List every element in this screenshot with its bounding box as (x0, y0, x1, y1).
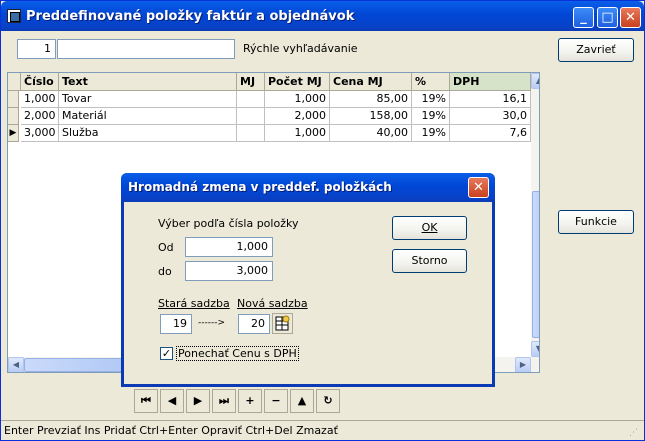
last-record-button[interactable]: ⏭ (212, 389, 236, 413)
dialog-title-bar[interactable]: Hromadná zmena v preddef. položkách ✕ (121, 173, 495, 202)
current-row-indicator[interactable]: ▶ (8, 125, 19, 142)
table-cell[interactable]: 2,000 (265, 108, 330, 125)
keep-price-label[interactable]: Ponechať Cenu s DPH (176, 346, 299, 361)
ok-button[interactable]: OK (392, 216, 467, 240)
table-cell[interactable]: 7,6 (450, 125, 531, 142)
old-rate-input[interactable]: 19 (160, 314, 192, 334)
statusbar-divider (1, 420, 644, 421)
new-rate-label: Nová sadzba (237, 297, 308, 310)
edit-record-button[interactable]: ▲ (290, 389, 314, 413)
delete-record-button[interactable]: − (264, 389, 288, 413)
table-cell[interactable]: 30,0 (450, 108, 531, 125)
functions-button[interactable]: Funkcie (558, 210, 634, 234)
dialog-close-button[interactable]: ✕ (468, 177, 489, 198)
column-header-cena[interactable]: Cena MJ (330, 73, 412, 91)
resize-grip-icon[interactable]: ⋰ (629, 427, 641, 439)
from-label: Od (158, 241, 174, 254)
column-header-pct[interactable]: % (412, 73, 450, 91)
rate-arrow: ------> (198, 318, 226, 328)
column-header-cislo[interactable]: Číslo (21, 73, 59, 91)
column-header-dph[interactable]: DPH (450, 73, 531, 91)
add-record-button[interactable]: + (238, 389, 262, 413)
vertical-scrollbar[interactable]: ▲ ▼ (531, 73, 539, 372)
table-cell[interactable]: 19% (412, 108, 450, 125)
refresh-button[interactable]: ↻ (316, 389, 340, 413)
maximize-button[interactable]: □ (597, 7, 618, 28)
scroll-left-icon[interactable]: ◀ (8, 357, 24, 372)
main-window: Preddefinované položky faktúr a objednáv… (0, 0, 645, 441)
first-record-button[interactable]: ⏮ (134, 389, 158, 413)
table-cell[interactable]: 16,1 (450, 91, 531, 108)
table-cell[interactable]: 19% (412, 125, 450, 142)
column-header-text[interactable]: Text (59, 73, 237, 91)
search-label: Rýchle vyhľadávanie (243, 42, 358, 55)
horizontal-scroll-thumb[interactable] (24, 358, 134, 372)
column-header-pocet[interactable]: Počet MJ (265, 73, 330, 91)
table-cell[interactable]: 19% (412, 91, 450, 108)
table-cell[interactable]: Služba (59, 125, 237, 142)
next-record-button[interactable]: ▶ (186, 389, 210, 413)
table-cell[interactable]: Materiál (59, 108, 237, 125)
search-number-input[interactable]: 1 (17, 39, 56, 59)
table-cell[interactable]: 40,00 (330, 125, 412, 142)
close-button[interactable]: Zavrieť (558, 38, 634, 62)
table-cell[interactable]: 158,00 (330, 108, 412, 125)
new-rate-input[interactable]: 20 (238, 314, 270, 334)
search-text-input[interactable] (57, 39, 235, 59)
column-header-mj[interactable]: MJ (237, 73, 265, 91)
dialog-title: Hromadná zmena v preddef. položkách (128, 180, 392, 194)
bulk-change-dialog: Hromadná zmena v preddef. položkách ✕ Vý… (121, 173, 495, 387)
scroll-down-icon[interactable]: ▼ (531, 341, 539, 357)
row-indicator[interactable] (8, 91, 19, 108)
table-cell[interactable] (237, 108, 265, 125)
prev-record-button[interactable]: ◀ (160, 389, 184, 413)
statusbar-text: Enter Prevziať Ins Pridať Ctrl+Enter Opr… (4, 424, 338, 437)
keep-price-checkbox[interactable]: ✓ (160, 347, 173, 360)
table-cell[interactable] (237, 125, 265, 142)
to-label: do (158, 265, 172, 278)
table-cell[interactable] (237, 91, 265, 108)
scroll-up-icon[interactable]: ▲ (531, 73, 539, 89)
scroll-right-icon[interactable]: ▶ (515, 357, 531, 372)
rate-lookup-button[interactable] (272, 313, 293, 334)
row-indicator[interactable] (8, 108, 19, 125)
cancel-button[interactable]: Storno (392, 249, 467, 273)
table-cell[interactable]: 85,00 (330, 91, 412, 108)
table-cell[interactable]: 1,000 (265, 91, 330, 108)
title-bar[interactable]: Preddefinované položky faktúr a objednáv… (1, 1, 644, 31)
table-cell[interactable]: 3,000 (21, 125, 59, 142)
app-icon[interactable] (7, 9, 21, 23)
table-cell[interactable]: Tovar (59, 91, 237, 108)
selection-section-label: Výber podľa čísla položky (158, 217, 299, 230)
table-cell[interactable]: 1,000 (265, 125, 330, 142)
from-input[interactable]: 1,000 (185, 237, 273, 257)
header-indicator (8, 73, 21, 91)
vertical-scroll-thumb[interactable] (532, 191, 539, 338)
close-window-button[interactable]: ✕ (620, 7, 641, 28)
table-lookup-icon (275, 315, 290, 331)
minimize-button[interactable]: _ (573, 7, 594, 28)
table-cell[interactable]: 1,000 (21, 91, 59, 108)
old-rate-label: Stará sadzba (158, 297, 230, 310)
window-title: Preddefinované položky faktúr a objednáv… (26, 9, 355, 24)
table-cell[interactable]: 2,000 (21, 108, 59, 125)
to-input[interactable]: 3,000 (185, 261, 273, 281)
